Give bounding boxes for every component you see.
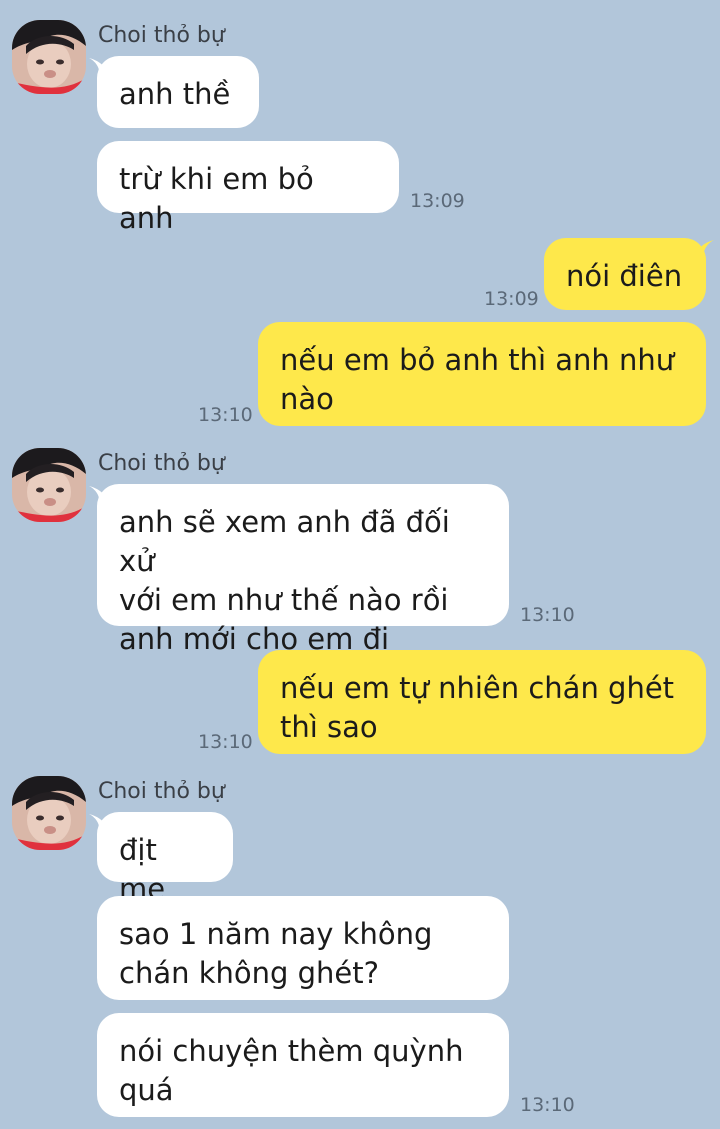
contact-avatar[interactable]	[12, 448, 86, 522]
sender-name: Choi thỏ bự	[98, 23, 225, 48]
contact-avatar[interactable]	[12, 776, 86, 850]
bubble-tail	[692, 240, 714, 260]
message-timestamp: 13:10	[520, 1094, 575, 1116]
message-bubble-incoming[interactable]: anh thề	[97, 56, 259, 128]
message-timestamp: 13:09	[484, 288, 539, 310]
message-bubble-outgoing[interactable]: nói điên	[544, 238, 706, 310]
message-timestamp: 13:09	[410, 190, 465, 212]
message-bubble-outgoing[interactable]: nếu em tự nhiên chán ghét thì sao	[258, 650, 706, 754]
avatar-image	[12, 448, 86, 522]
message-bubble-outgoing[interactable]: nếu em bỏ anh thì anh như nào	[258, 322, 706, 426]
message-timestamp: 13:10	[198, 731, 253, 753]
sender-name: Choi thỏ bự	[98, 779, 225, 804]
message-bubble-incoming[interactable]: trừ khi em bỏ anh	[97, 141, 399, 235]
message-timestamp: 13:10	[198, 404, 253, 426]
contact-avatar[interactable]	[12, 20, 86, 94]
message-bubble-incoming[interactable]: nói chuyện thèm quỳnh quá	[97, 1013, 509, 1117]
message-timestamp: 13:10	[520, 604, 575, 626]
message-bubble-incoming[interactable]: địt mẹ	[97, 812, 233, 906]
sender-name: Choi thỏ bự	[98, 451, 225, 476]
avatar-image	[12, 776, 86, 850]
message-bubble-incoming[interactable]: sao 1 năm nay không chán không ghét?	[97, 896, 509, 1000]
avatar-image	[12, 20, 86, 94]
message-bubble-incoming[interactable]: anh sẽ xem anh đã đối xử với em như thế …	[97, 484, 509, 656]
chat-area[interactable]: Choi thỏ bự anh thề trừ khi em bỏ anh 13…	[0, 0, 720, 1129]
